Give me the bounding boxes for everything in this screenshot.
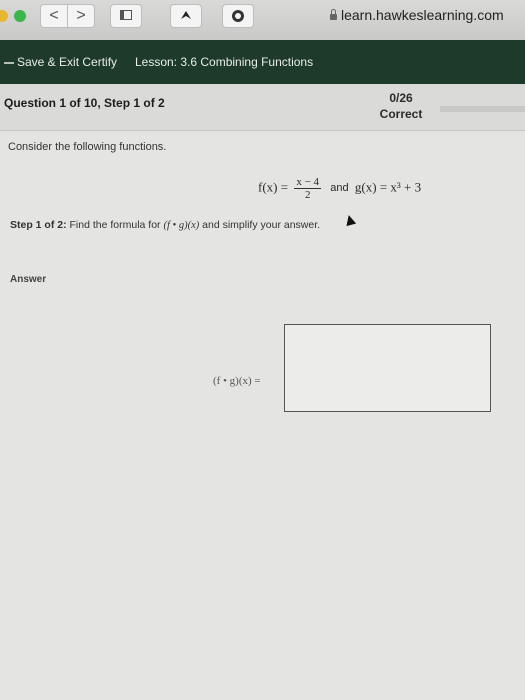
lock-icon (330, 9, 337, 20)
forward-button[interactable]: > (67, 4, 95, 28)
question-header: Question 1 of 10, Step 1 of 2 0/26 Corre… (0, 84, 525, 131)
step-expression: (f • g)(x) (163, 220, 200, 231)
f-denominator: 2 (304, 189, 311, 201)
score-label: Correct (379, 107, 423, 121)
arrow-left-icon (4, 62, 14, 64)
mouse-cursor-icon (343, 213, 357, 227)
extension-button[interactable] (170, 4, 202, 28)
save-exit-label: Save & Exit Certify (17, 55, 118, 69)
sidebar-icon (120, 10, 132, 20)
f-numerator: x − 4 (294, 176, 322, 189)
circle-c-icon (232, 10, 244, 22)
address-bar[interactable]: learn.hawkeslearning.com (330, 3, 525, 27)
step-instruction: Step 1 of 2: Find the formula for (f • g… (10, 219, 320, 231)
score-value: 0/26 (389, 91, 413, 105)
score-display: 0/26 Correct (365, 90, 437, 122)
answer-label: Answer (10, 274, 47, 285)
function-definitions: f(x) = x − 4 2 and g(x) = x³ + 3 (258, 176, 421, 201)
and-text: and (330, 182, 349, 195)
step-text: Find the formula for (69, 219, 161, 231)
question-prompt: Consider the following functions. (8, 141, 167, 153)
question-title: Question 1 of 10, Step 1 of 2 (4, 96, 165, 110)
score-progress-bar (440, 106, 525, 112)
chevron-left-icon: < (49, 7, 59, 24)
browser-toolbar: < > learn.hawkeslearning.com (0, 0, 525, 41)
maximize-window-button[interactable] (14, 10, 26, 22)
app-header: Save & Exit Certify Lesson: 3.6 Combinin… (0, 40, 525, 84)
extension-button-2[interactable] (222, 4, 254, 28)
answer-input[interactable] (284, 324, 491, 412)
chevron-right-icon: > (76, 7, 86, 24)
question-content: Consider the following functions. f(x) =… (0, 131, 525, 700)
f-lhs: f(x) = (258, 179, 289, 195)
answer-expression-label: (f • g)(x) = (213, 375, 261, 387)
sidebar-toggle-button[interactable] (110, 4, 142, 28)
g-definition: g(x) = x³ + 3 (354, 179, 422, 195)
step-tail: and simplify your answer. (202, 219, 321, 231)
lesson-title: Lesson: 3.6 Combining Functions (135, 55, 314, 69)
bird-icon (181, 11, 191, 19)
f-fraction: x − 4 2 (294, 176, 322, 201)
save-exit-button[interactable]: Save & Exit Certify (4, 40, 117, 84)
back-button[interactable]: < (40, 4, 68, 28)
url-text: learn.hawkeslearning.com (341, 7, 504, 23)
minimize-window-button[interactable] (0, 10, 8, 22)
step-label: Step 1 of 2: (10, 219, 67, 231)
